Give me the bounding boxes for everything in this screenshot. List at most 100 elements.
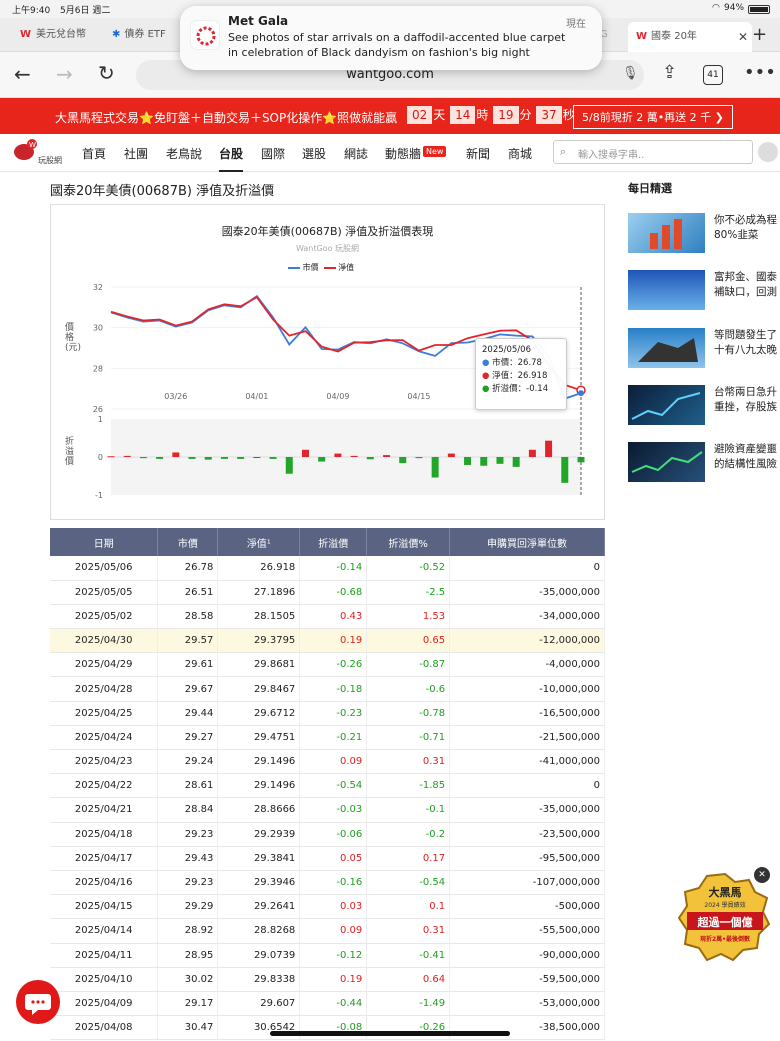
cell-premium-pct: -0.71 — [366, 725, 451, 751]
table-row: 2025/04/22 28.61 29.1496 -0.54 -1.85 0 — [50, 773, 605, 799]
cell-date: 2025/04/14 — [50, 918, 159, 944]
y-tick-label: 30 — [93, 324, 103, 333]
reload-icon[interactable]: ↻ — [98, 61, 115, 85]
cell-premium: -0.16 — [299, 870, 368, 896]
countdown-days: 02 — [407, 106, 433, 124]
search-input[interactable]: 輸入搜尋字串.. — [578, 146, 644, 161]
nav-veterans[interactable]: 老鳥說 — [166, 145, 202, 162]
news-item[interactable]: 等問題發生了 十有八九太晚 — [628, 328, 780, 370]
cell-premium: -0.21 — [299, 725, 368, 751]
y2-tick-label: 0 — [98, 453, 103, 462]
promo-badge[interactable]: 大黑馬 2024 學員績效 超過一個億 現折2萬•最後倒數 ✕ — [677, 867, 773, 966]
home-indicator — [270, 1031, 510, 1036]
tab-count[interactable]: 41 — [703, 65, 723, 85]
news-item[interactable]: 台幣兩日急升 重挫，存股族 — [628, 385, 780, 427]
cell-net-units: -4,000,000 — [449, 652, 605, 678]
news-line: 80%韭菜 — [714, 229, 759, 241]
cell-net-units: -55,500,000 — [449, 918, 605, 944]
cell-market-price: 29.24 — [157, 749, 219, 775]
cell-market-price: 29.44 — [157, 701, 219, 726]
nav-feed[interactable]: 動態牆 — [385, 145, 421, 162]
cell-date: 2025/04/24 — [50, 725, 159, 751]
news-line: 補缺口，回測 — [714, 286, 777, 298]
push-notification[interactable]: Met Gala 現在 See photos of star arrivals … — [180, 6, 602, 70]
y-tick-label: 28 — [93, 364, 103, 373]
nav-groups[interactable]: 社團 — [124, 145, 148, 162]
cell-date: 2025/04/08 — [50, 1015, 159, 1041]
table-row: 2025/04/14 28.92 28.8268 0.09 0.31 -55,500,00… — [50, 918, 605, 944]
tab-hidden[interactable]: G — [600, 24, 622, 46]
cell-date: 2025/04/17 — [50, 846, 159, 871]
notification-body-line1: See photos of star arrivals on a daffodi… — [228, 31, 566, 44]
nav-news[interactable]: 新聞 — [466, 145, 490, 162]
cell-date: 2025/05/06 — [50, 556, 159, 581]
table-row: 2025/04/09 29.17 29.607 -0.44 -1.49 -53,000,0… — [50, 991, 605, 1017]
cell-net-units: -95,500,000 — [449, 846, 605, 871]
back-icon[interactable]: ← — [14, 62, 31, 86]
cell-premium: -0.44 — [299, 991, 368, 1017]
news-thumbnail — [628, 328, 705, 368]
cell-net-units: -10,000,000 — [449, 676, 605, 702]
site-logo[interactable]: W 玩股網 — [12, 138, 62, 168]
new-tab-icon[interactable]: + — [752, 24, 767, 45]
nav-international[interactable]: 國際 — [261, 145, 285, 162]
cell-premium: -0.08 — [299, 1015, 368, 1041]
cell-market-price: 29.61 — [157, 652, 219, 678]
col-date: 日期 — [50, 528, 159, 556]
tooltip-nav-value: 淨值：26.918 — [492, 371, 548, 381]
cell-premium: 0.19 — [299, 967, 368, 992]
cell-date: 2025/04/22 — [50, 773, 159, 799]
sidebar-daily-picks: 每日精選 你不必成為程 80%韭菜 富邦金、國泰 補缺口，回測 等問題發生了 十有八九… — [628, 180, 780, 482]
cell-market-price: 28.58 — [157, 604, 219, 630]
table-row: 2025/05/05 26.51 27.1896 -0.68 -2.5 -35,000,0… — [50, 580, 605, 605]
cell-nav: 28.8666 — [217, 797, 301, 823]
nav-blogs[interactable]: 網誌 — [344, 145, 368, 162]
close-promo-icon[interactable]: ✕ — [754, 867, 770, 883]
x-tick-label: 03/26 — [164, 392, 187, 401]
tooltip-premium-value: 折溢價：-0.14 — [492, 384, 549, 394]
cell-premium-pct: 1.53 — [366, 604, 451, 630]
microphone-icon[interactable]: 🎙 — [622, 66, 639, 81]
x-tick-label: 04/15 — [407, 392, 430, 401]
news-item[interactable]: 避險資產變噩 的結構性風險 — [628, 442, 780, 484]
nav-shop[interactable]: 商城 — [508, 145, 532, 162]
cell-nav: 29.1496 — [217, 773, 301, 799]
more-menu-icon[interactable]: ••• — [744, 62, 776, 83]
tab-bond-etf[interactable]: ✱ 債券 ETF — [112, 24, 182, 46]
cell-net-units: -59,500,000 — [449, 967, 605, 992]
search-box[interactable]: ⌕ 輸入搜尋字串.. — [553, 140, 753, 164]
market-point — [578, 390, 584, 397]
tab-active[interactable]: W 國泰 20年 ✕ — [628, 22, 752, 52]
promo-banner[interactable]: 大黑馬程式交易⭐免盯盤＋自動交易＋SOP化操作⭐照做就能贏 02 天 14 時 19… — [0, 98, 780, 134]
tooltip-date: 2025/05/06 — [482, 345, 531, 355]
cell-premium-pct: -0.26 — [366, 1015, 451, 1041]
cell-nav: 29.8338 — [217, 967, 301, 992]
cell-nav: 26.918 — [217, 556, 301, 581]
forward-icon[interactable]: → — [56, 62, 73, 86]
cell-premium: -0.26 — [299, 652, 368, 678]
banner-cta-button[interactable]: 5/8前現折 2 萬•再送 2 千 ❯ — [573, 105, 733, 129]
share-icon[interactable]: ⇪ — [662, 62, 677, 83]
cell-net-units: -500,000 — [449, 894, 605, 920]
tooltip-market-value: 市價：26.78 — [492, 358, 542, 368]
nav-taiwan-stocks[interactable]: 台股 — [219, 145, 244, 172]
user-avatar[interactable] — [758, 142, 778, 162]
tab-usd-twd[interactable]: W 美元兌台幣 — [4, 24, 124, 46]
cell-date: 2025/04/15 — [50, 894, 159, 920]
cell-premium: -0.54 — [299, 773, 368, 799]
cell-premium: 0.03 — [299, 894, 368, 920]
news-item[interactable]: 富邦金、國泰 補缺口，回測 — [628, 270, 780, 312]
chat-button[interactable] — [16, 980, 60, 1024]
nav-home[interactable]: 首頁 — [82, 145, 106, 162]
status-time: 上午9:40 — [12, 6, 51, 16]
tooltip-market: ● 市價：26.78 — [482, 358, 542, 368]
cell-market-price: 28.95 — [157, 943, 219, 968]
tooltip-premium: ● 折溢價：-0.14 — [482, 384, 549, 394]
tab-label: 國泰 20年 — [651, 31, 697, 42]
news-item[interactable]: 你不必成為程 80%韭菜 — [628, 213, 780, 255]
table-row: 2025/04/17 29.43 29.3841 0.05 0.17 -95,500,00… — [50, 846, 605, 871]
cell-market-price: 29.29 — [157, 894, 219, 920]
premium-bar — [399, 457, 407, 464]
nav-stock-picker[interactable]: 選股 — [302, 145, 326, 162]
close-tab-icon[interactable]: ✕ — [738, 22, 748, 52]
